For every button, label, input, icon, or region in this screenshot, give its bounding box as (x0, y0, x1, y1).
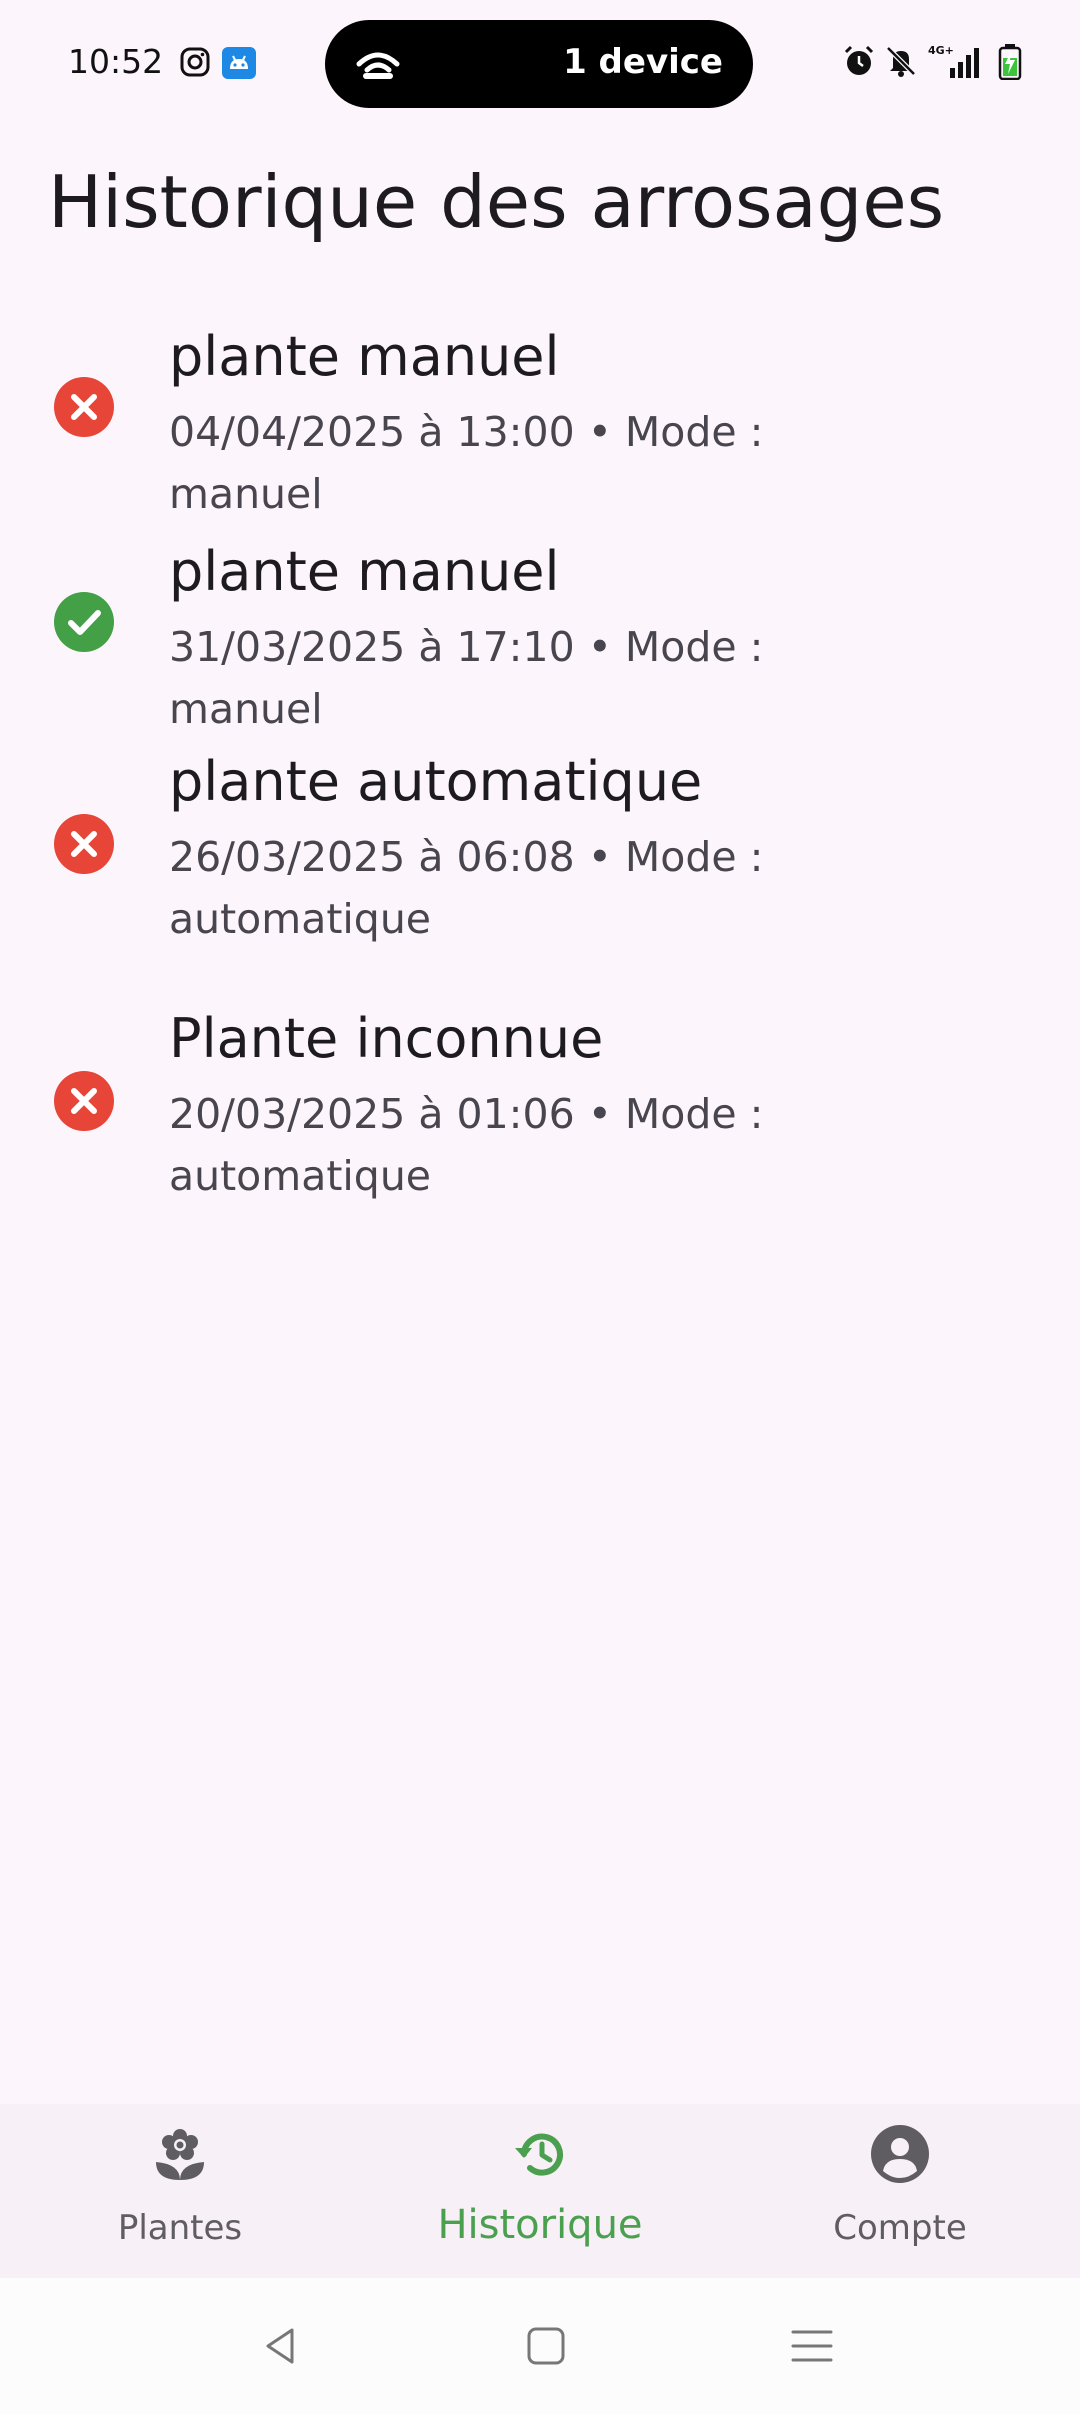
android-notification-icon (222, 47, 256, 83)
history-item-meta: 04/04/2025 à 13:00 • Mode : manuel (169, 408, 764, 518)
history-item-title: plante automatique (169, 750, 703, 813)
nav-item-historique[interactable]: Historique (360, 2104, 720, 2278)
network-type-label: 4G+ (928, 44, 954, 57)
battery-charging-icon (998, 44, 1022, 84)
flower-icon (150, 2124, 210, 2184)
history-item-title: Plante inconnue (169, 1007, 604, 1070)
alarm-icon (842, 44, 876, 82)
nav-label-plantes: Plantes (117, 2208, 243, 2248)
nav-label-historique: Historique (437, 2202, 643, 2248)
system-navigation-bar (0, 2278, 1080, 2414)
signal-icon: 4G+ (928, 44, 988, 84)
error-status-icon (52, 375, 116, 439)
island-label: 1 device (563, 42, 723, 82)
instagram-icon (180, 47, 210, 81)
history-icon (510, 2124, 570, 2184)
history-item-title: plante manuel (169, 325, 560, 388)
home-icon[interactable] (516, 2316, 576, 2376)
nav-item-plantes[interactable]: Plantes (0, 2104, 360, 2278)
success-status-icon (52, 590, 116, 654)
history-item-meta: 26/03/2025 à 06:08 • Mode : automatique (169, 833, 764, 943)
bell-off-icon (884, 44, 918, 82)
error-status-icon (52, 1069, 116, 1133)
status-bar: 10:52 1 device 4G+ (0, 0, 1080, 130)
back-icon[interactable] (250, 2316, 310, 2376)
nav-item-compte[interactable]: Compte (720, 2104, 1080, 2278)
history-item-meta: 31/03/2025 à 17:10 • Mode : manuel (169, 623, 764, 733)
history-item-title: plante manuel (169, 540, 560, 603)
nav-label-compte: Compte (833, 2208, 967, 2248)
status-time: 10:52 (68, 42, 164, 81)
page-title: Historique des arrosages (48, 160, 945, 244)
history-item-meta: 20/03/2025 à 01:06 • Mode : automatique (169, 1090, 764, 1200)
wifi-icon (355, 42, 401, 86)
account-icon (870, 2124, 930, 2184)
recent-apps-icon[interactable] (782, 2316, 842, 2376)
bottom-navigation: Plantes Historique Compte (0, 2104, 1080, 2278)
error-status-icon (52, 812, 116, 876)
device-island[interactable]: 1 device (325, 20, 753, 108)
